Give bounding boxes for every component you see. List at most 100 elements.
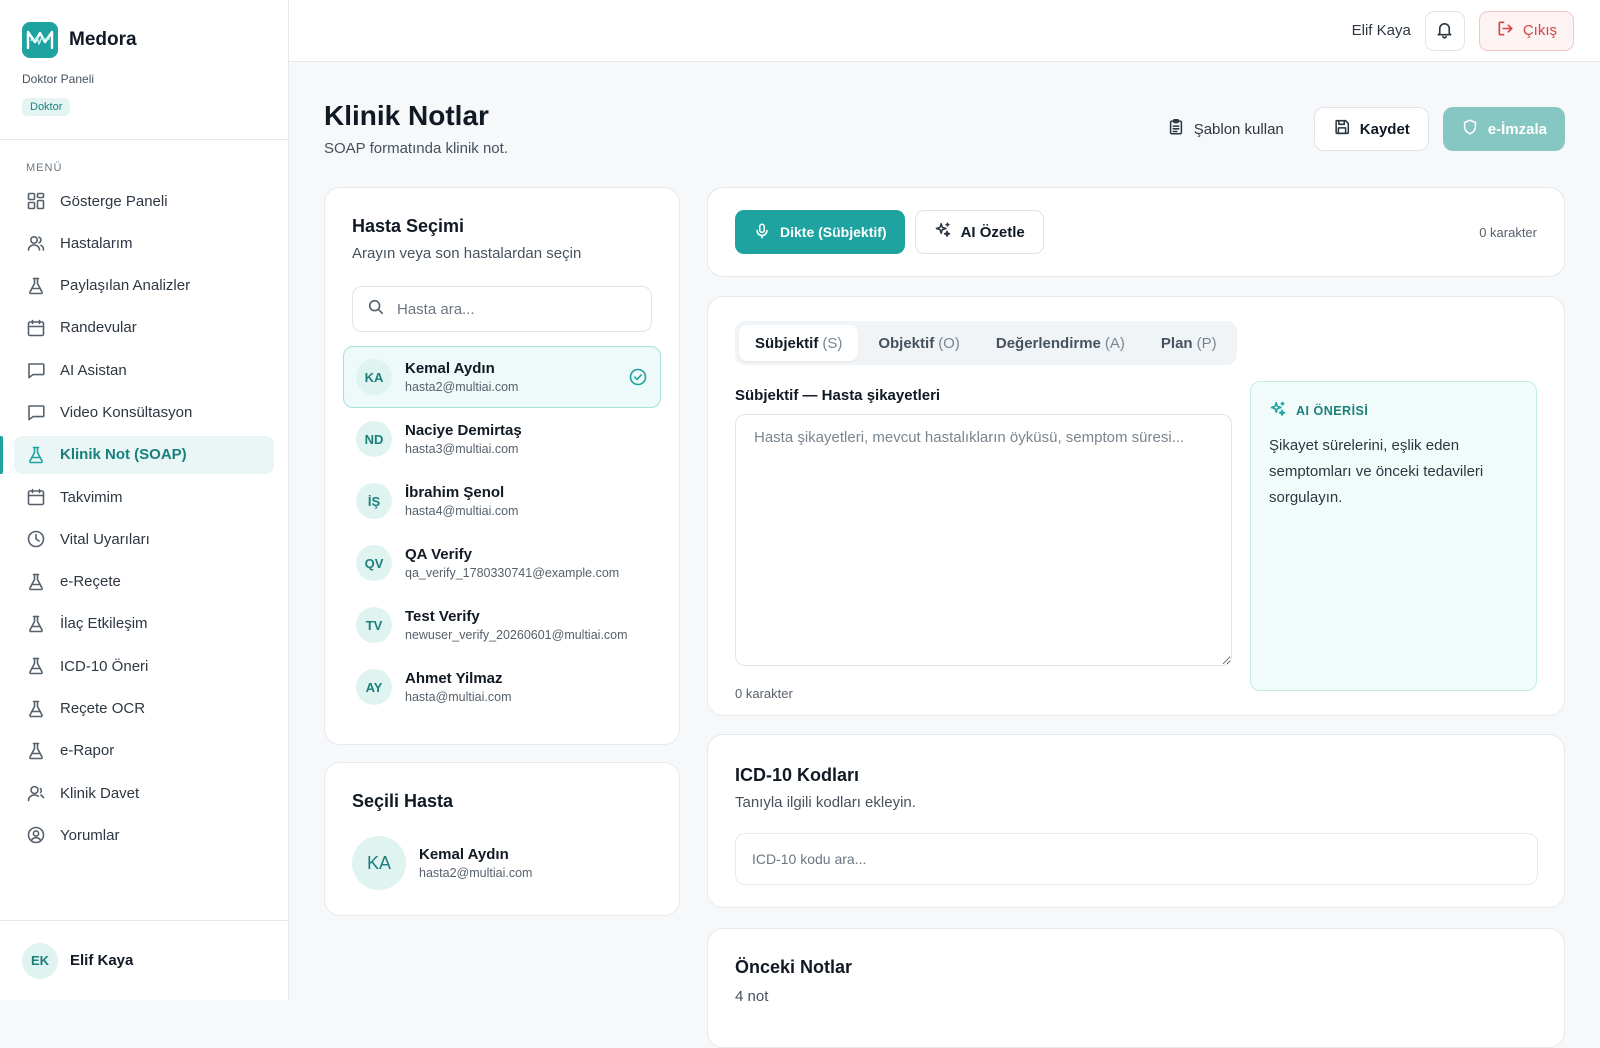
tab-plan[interactable]: Plan (P) — [1145, 325, 1233, 361]
patient-list-item[interactable]: AY Ahmet Yilmaz hasta@multiai.com — [343, 656, 661, 718]
use-template-button[interactable]: Şablon kullan — [1151, 107, 1300, 151]
patient-list-item[interactable]: TV Test Verify newuser_verify_20260601@m… — [343, 594, 661, 656]
sidebar-item-ai-assistant[interactable]: AI Asistan — [14, 351, 274, 389]
patient-list-item[interactable]: QV QA Verify qa_verify_1780330741@exampl… — [343, 532, 661, 594]
notifications-button[interactable] — [1424, 10, 1465, 51]
sidebar-user-name: Elif Kaya — [70, 952, 134, 969]
patient-search-input[interactable] — [397, 300, 637, 318]
selected-patient-card: Seçili Hasta KA Kemal Aydın hasta2@multi… — [324, 762, 680, 916]
subjective-char-count: 0 karakter — [735, 686, 793, 701]
shield-icon — [1461, 118, 1479, 140]
sidebar-item-e-prescription[interactable]: e-Reçete — [14, 563, 274, 601]
flask-icon — [26, 614, 46, 634]
sidebar-item-clinical-note[interactable]: Klinik Not (SOAP) — [0, 435, 274, 474]
patient-list-item[interactable]: İŞ İbrahim Şenol hasta4@multiai.com — [343, 470, 661, 532]
sidebar-item-e-report[interactable]: e-Rapor — [14, 732, 274, 770]
sidebar-item-drug-interaction[interactable]: İlaç Etkileşim — [14, 605, 274, 643]
sidebar-item-label: Takvimim — [60, 488, 123, 506]
dictate-subjective-button[interactable]: Dikte (Sübjektif) — [735, 210, 905, 254]
ai-summarize-button[interactable]: AI Özetle — [914, 210, 1044, 254]
icd10-title: ICD-10 Kodları — [735, 765, 860, 785]
sidebar-item-calendar[interactable]: Takvimim — [14, 478, 274, 516]
patient-search-box[interactable] — [352, 286, 652, 332]
topbar: Elif Kaya Çıkış — [289, 0, 1600, 62]
e-sign-button[interactable]: e-İmzala — [1442, 107, 1565, 151]
brand-area: Medora Doktor Paneli Doktor — [0, 0, 288, 140]
tab-subjective[interactable]: Sübjektif (S) — [739, 325, 859, 361]
sparkles-icon — [934, 221, 952, 243]
patient-list-item[interactable]: ND Naciye Demirtaş hasta3@multiai.com — [343, 408, 661, 470]
flask-icon — [26, 656, 46, 676]
patient-list-item[interactable]: KA Kemal Aydın hasta2@multiai.com — [343, 346, 661, 408]
patient-name: QA Verify — [405, 546, 472, 563]
icd10-search-input[interactable] — [735, 833, 1538, 885]
logout-label: Çıkış — [1522, 22, 1557, 39]
page-actions: Şablon kullan Kaydet e-İmzala — [1151, 107, 1565, 151]
avatar: EK — [22, 942, 58, 979]
tab-label: Objektif — [878, 334, 935, 352]
patient-name: Naciye Demirtaş — [405, 422, 522, 439]
page-subtitle: SOAP formatında klinik not. — [324, 140, 508, 157]
previous-notes-count: 4 not — [735, 988, 769, 1005]
patient-select-card: Hasta Seçimi Arayın veya son hastalardan… — [324, 187, 680, 745]
e-sign-label: e-İmzala — [1487, 120, 1547, 138]
sidebar-item-clinic-invite[interactable]: Klinik Davet — [14, 774, 274, 812]
sidebar-item-dashboard[interactable]: Gösterge Paneli — [14, 182, 274, 220]
flask-icon — [26, 276, 46, 296]
calendar-icon — [26, 318, 46, 338]
tab-abbr: (A) — [1104, 334, 1125, 352]
ai-suggestion-title: AI ÖNERİSİ — [1296, 403, 1369, 418]
patient-name: Kemal Aydın — [405, 360, 495, 377]
search-icon — [367, 298, 385, 320]
tab-assessment[interactable]: Değerlendirme (A) — [980, 325, 1141, 361]
tab-label: Değerlendirme — [995, 334, 1101, 352]
sidebar-item-icd10-suggestion[interactable]: ICD-10 Öneri — [14, 647, 274, 685]
medora-logo-icon[interactable] — [22, 22, 58, 58]
user-plus-icon — [26, 783, 46, 803]
save-icon — [1333, 118, 1351, 140]
brand-name[interactable]: Medora — [69, 29, 137, 51]
patient-email: hasta4@multiai.com — [405, 504, 519, 518]
sidebar-item-comments[interactable]: Yorumlar — [14, 816, 274, 854]
save-label: Kaydet — [1359, 120, 1410, 138]
menu-title: MENÜ — [26, 162, 63, 174]
calendar-icon — [26, 487, 46, 507]
tab-abbr: (P) — [1196, 334, 1217, 352]
flask-icon — [26, 699, 46, 719]
sidebar-item-appointments[interactable]: Randevular — [14, 309, 274, 347]
icd10-subtitle: Tanıyla ilgili kodları ekleyin. — [735, 794, 916, 811]
sidebar-item-vital-alerts[interactable]: Vital Uyarıları — [14, 520, 274, 558]
role-badge: Doktor — [22, 98, 71, 116]
logout-button[interactable]: Çıkış — [1478, 10, 1574, 51]
sidebar-item-label: Randevular — [60, 319, 137, 337]
sidebar-item-prescription-ocr[interactable]: Reçete OCR — [14, 690, 274, 728]
sidebar-item-label: İlaç Etkileşim — [60, 615, 148, 633]
sidebar-item-shared-analyses[interactable]: Paylaşılan Analizler — [14, 267, 274, 305]
save-button[interactable]: Kaydet — [1313, 107, 1429, 151]
tab-objective[interactable]: Objektif (O) — [862, 325, 976, 361]
ai-suggestion-box: AI ÖNERİSİ Şikayet sürelerini, eşlik ede… — [1250, 381, 1537, 691]
sidebar-user[interactable]: EK Elif Kaya — [0, 920, 288, 1000]
sidebar: Medora Doktor Paneli Doktor MENÜ Gösterg… — [0, 0, 289, 1000]
tab-abbr: (O) — [938, 334, 960, 352]
soap-tabs: Sübjektif (S) Objektif (O) Değerlendirme (A… — [735, 321, 1237, 365]
use-template-label: Şablon kullan — [1193, 120, 1284, 138]
sidebar-item-label: Gösterge Paneli — [60, 192, 168, 210]
chat-icon — [26, 402, 46, 422]
sidebar-item-label: Video Konsültasyon — [60, 403, 193, 421]
avatar: TV — [356, 607, 392, 643]
subjective-textarea[interactable] — [735, 414, 1232, 666]
patient-email: hasta@multiai.com — [405, 690, 512, 704]
patient-email: hasta3@multiai.com — [405, 442, 519, 456]
patient-select-subtitle: Arayın veya son hastalardan seçin — [352, 245, 582, 262]
sparkles-icon — [1269, 400, 1287, 421]
sidebar-item-label: Klinik Not (SOAP) — [60, 446, 187, 464]
clipboard-icon — [1167, 118, 1185, 140]
sidebar-item-patients[interactable]: Hastalarım — [14, 224, 274, 262]
sidebar-item-video-consultation[interactable]: Video Konsültasyon — [14, 393, 274, 431]
grid-icon — [26, 191, 46, 211]
sidebar-item-label: Paylaşılan Analizler — [60, 277, 191, 295]
patient-select-title: Hasta Seçimi — [352, 216, 465, 236]
patient-list: KA Kemal Aydın hasta2@multiai.com ND Nac… — [343, 346, 661, 718]
patient-name: Ahmet Yilmaz — [405, 670, 503, 687]
